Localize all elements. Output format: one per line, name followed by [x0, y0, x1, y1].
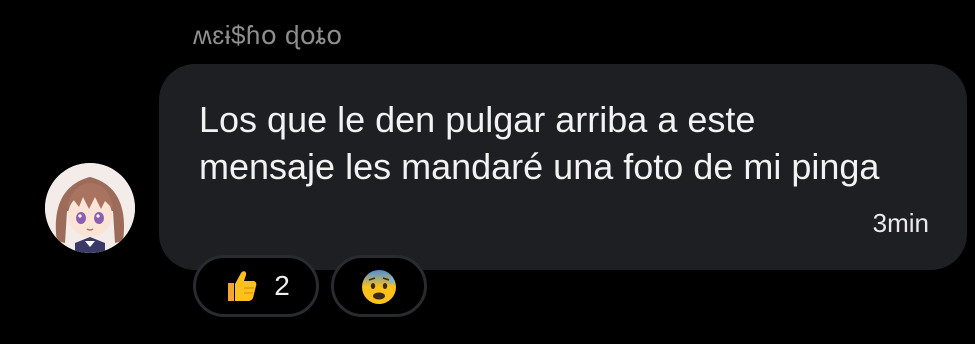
- avatar[interactable]: [45, 163, 135, 253]
- message-text: Los que le den pulgar arriba a este mens…: [199, 99, 880, 187]
- message-timestamp: 3min: [872, 208, 929, 238]
- chat-screen: ʍɛɨ$ɦօ ɖօȶօ Los que le den pulgar arriba…: [0, 0, 975, 344]
- thumbs-up-icon: [228, 271, 257, 301]
- anxious-face-with-sweat-icon: [362, 270, 396, 304]
- reaction-count: 2: [274, 270, 290, 301]
- reaction-anxious-face[interactable]: [331, 255, 427, 317]
- reaction-thumbs-up[interactable]: 2: [193, 255, 319, 317]
- message-bubble[interactable]: Los que le den pulgar arriba a este mens…: [159, 64, 967, 270]
- sender-name: ʍɛɨ$ɦօ ɖօȶօ: [193, 20, 343, 50]
- anime-girl-avatar-icon: [45, 163, 135, 253]
